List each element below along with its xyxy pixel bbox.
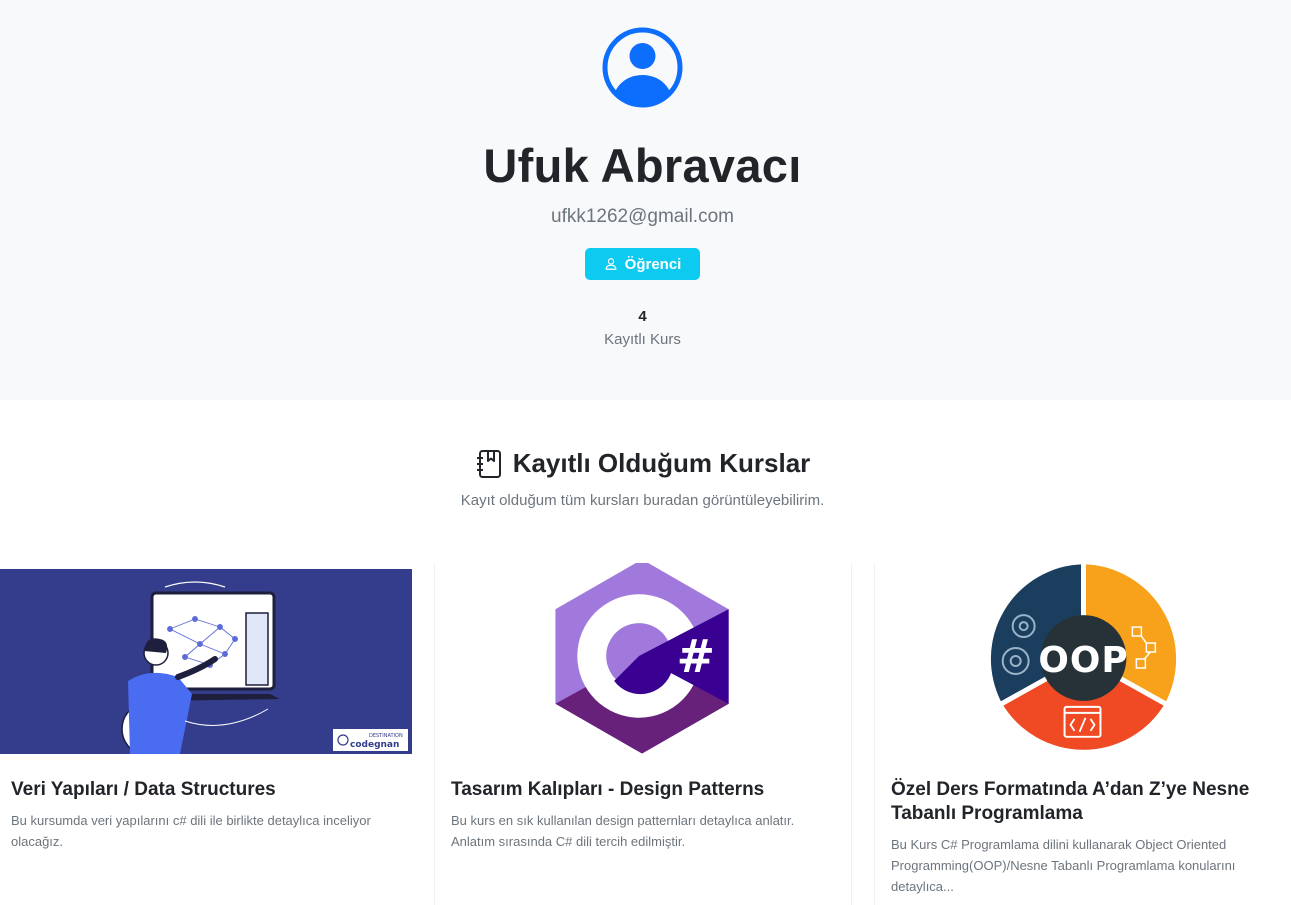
image-badge-top: DESTINATION: [369, 733, 403, 739]
role-badge: Öğrenci: [585, 248, 700, 280]
user-avatar-icon: [602, 27, 683, 108]
section-title: Kayıtlı Olduğum Kurslar: [512, 448, 811, 478]
course-title[interactable]: Tasarım Kalıpları - Design Patterns: [451, 778, 836, 802]
course-title[interactable]: Özel Ders Formatında A’dan Z’ye Nesne Ta…: [891, 778, 1276, 826]
course-image-oop[interactable]: OOP: [875, 563, 1291, 756]
course-card[interactable]: # Tasarım Kalıpları - Design Patterns Bu…: [434, 563, 852, 905]
course-image-data-structures[interactable]: DESTINATION codegnan: [0, 569, 412, 754]
image-badge-bottom: codegnan: [350, 740, 399, 750]
course-description: Bu kursumda veri yapılarını c# dili ile …: [11, 813, 371, 849]
course-description: Bu Kurs C# Programlama dilini kullanarak…: [891, 837, 1236, 894]
user-icon: [605, 258, 617, 270]
course-description: Bu kurs en sık kullanılan design pattern…: [451, 813, 795, 849]
enrolled-count-label: Kayıtlı Kurs: [604, 331, 681, 348]
course-card[interactable]: OOP Özel Ders Formatında A’dan Z’ye Nesn…: [874, 563, 1291, 905]
course-card[interactable]: DESTINATION codegnan Veri Yapıları / Dat…: [0, 563, 412, 905]
profile-name: Ufuk Abravacı: [483, 139, 802, 192]
course-title[interactable]: Veri Yapıları / Data Structures: [11, 778, 396, 802]
profile-email: ufkk1262@gmail.com: [551, 206, 734, 227]
profile-header: Ufuk Abravacı ufkk1262@gmail.com Öğrenci…: [0, 0, 1291, 400]
course-image-csharp[interactable]: #: [435, 563, 851, 754]
journal-bookmark-icon: [476, 449, 501, 478]
role-badge-label: Öğrenci: [624, 255, 682, 273]
section-subtitle: Kayıt olduğum tüm kursları buradan görün…: [460, 492, 825, 509]
enrolled-count: 4: [638, 308, 647, 325]
csharp-hash: #: [677, 630, 715, 683]
section-heading: Kayıtlı Olduğum Kurslar: [0, 448, 1285, 479]
oop-label: OOP: [1038, 640, 1128, 681]
